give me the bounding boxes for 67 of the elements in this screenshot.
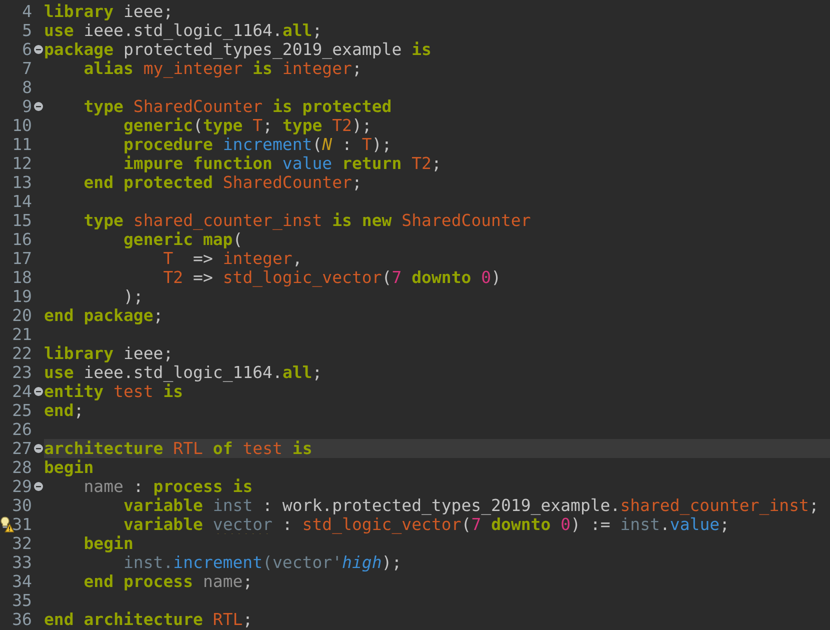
collapse-icon[interactable]	[34, 45, 42, 54]
line-number: 33	[12, 553, 32, 572]
line-number: 15	[12, 211, 32, 230]
line-number: 27	[12, 439, 32, 458]
code-line: generic map(	[122, 230, 243, 249]
code-line: type shared_counter_inst is new SharedCounter	[82, 211, 531, 230]
code-line: alias my_integer is integer;	[82, 59, 362, 78]
line-number: 6	[22, 40, 32, 59]
collapse-icon[interactable]	[34, 444, 42, 453]
line-number: 4	[22, 2, 32, 21]
code-line: generic(type T; type T2);	[122, 116, 372, 135]
line-number: 13	[12, 173, 32, 192]
code-line: end architecture RTL;	[44, 610, 253, 629]
code-line: T2 => std_logic_vector(7 downto 0)	[162, 268, 502, 287]
line-number: 11	[12, 135, 32, 154]
code-line: end protected SharedCounter;	[82, 173, 362, 192]
collapse-icon[interactable]	[34, 482, 42, 491]
code-line: library ieee;	[44, 344, 174, 363]
line-number: 34	[12, 572, 32, 591]
line-number: 20	[12, 306, 32, 325]
line-number: 18	[12, 268, 32, 287]
code-line: begin	[44, 458, 94, 477]
line-number: 36	[12, 610, 32, 629]
code-line: impure function value return T2;	[122, 154, 442, 173]
line-number: 5	[22, 21, 32, 40]
line-number: 31	[12, 515, 32, 534]
line-number: 21	[12, 325, 32, 344]
code-line: procedure increment(N : T);	[122, 135, 392, 154]
code-line: use ieee.std_logic_1164.all;	[44, 21, 322, 40]
line-number: 35	[12, 591, 32, 610]
code-line: begin	[82, 534, 134, 553]
line-number: 24	[12, 382, 32, 401]
line-number: 23	[12, 363, 32, 382]
collapse-icon[interactable]	[34, 102, 42, 111]
code-line: type SharedCounter is protected	[82, 97, 392, 116]
code-line: variable vector : std_logic_vector(7 downto 0) := inst.value;	[122, 515, 730, 534]
code-line: end package;	[44, 306, 164, 325]
line-number: 32	[12, 534, 32, 553]
collapse-icon[interactable]	[34, 387, 42, 396]
line-number: 17	[12, 249, 32, 268]
code-line: );	[122, 287, 144, 306]
line-number: 25	[12, 401, 32, 420]
line-number: 26	[12, 420, 32, 439]
code-line: T => integer,	[162, 249, 302, 268]
line-number: 10	[12, 116, 32, 135]
code-line: use ieee.std_logic_1164.all;	[44, 363, 322, 382]
code-line: entity test is	[44, 382, 184, 401]
code-line: variable inst : work.protected_types_2019_example.shared_counter_inst;	[122, 496, 819, 515]
line-number: 8	[22, 78, 32, 97]
code-line: package protected_types_2019_example is	[44, 40, 432, 59]
line-number: 16	[12, 230, 32, 249]
warning-lightbulb-icon[interactable]	[0, 516, 14, 533]
line-number: 28	[12, 458, 32, 477]
code-line: end;	[44, 401, 84, 420]
code-line: architecture RTL of test is	[44, 439, 312, 458]
line-number: 29	[12, 477, 32, 496]
line-number: 9	[22, 97, 32, 116]
line-number: 14	[12, 192, 32, 211]
line-number: 30	[12, 496, 32, 515]
code-line: library ieee;	[44, 2, 174, 21]
line-number: 22	[12, 344, 32, 363]
line-number: 12	[12, 154, 32, 173]
line-number: 19	[12, 287, 32, 306]
line-number: 7	[22, 59, 32, 78]
code-line: name : process is	[82, 477, 253, 496]
code-line: inst.increment(vector'high);	[122, 553, 402, 572]
code-line: end process name;	[82, 572, 253, 591]
